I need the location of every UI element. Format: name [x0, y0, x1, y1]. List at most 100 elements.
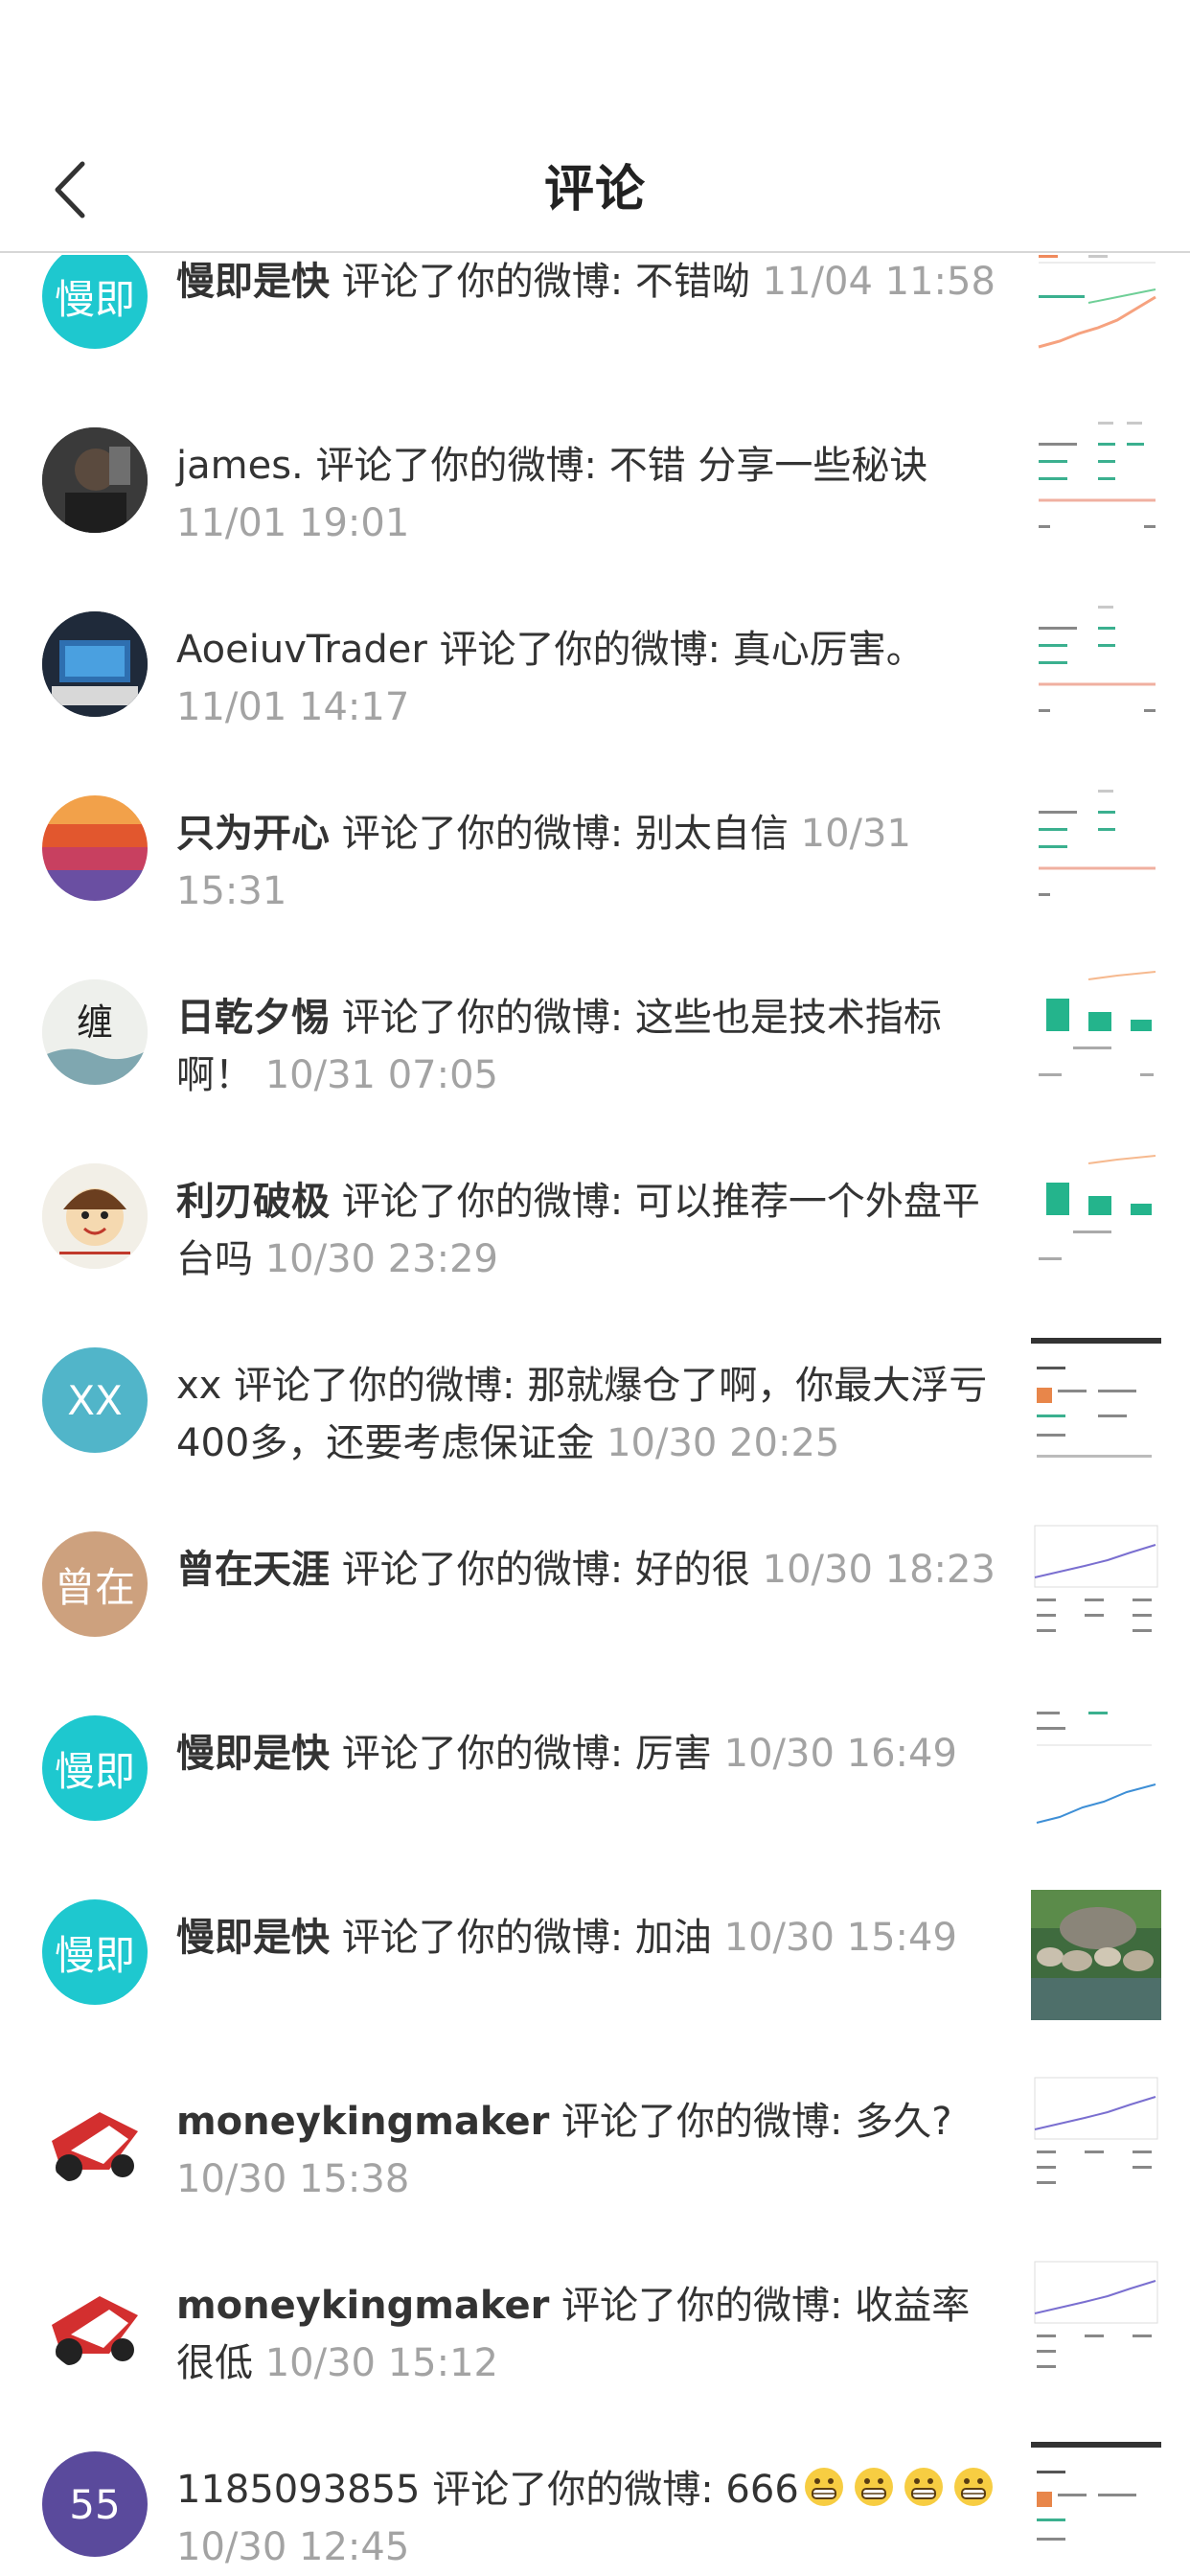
- post-thumbnail[interactable]: [1031, 786, 1161, 916]
- username[interactable]: 慢即是快: [176, 1916, 330, 1960]
- post-thumbnail[interactable]: [1031, 970, 1161, 1100]
- timestamp: 10/31 07:05: [264, 1053, 498, 1097]
- comment-text: james. 评论了你的微博: 不错 分享一些秘诀 11/01 19:01: [176, 437, 1000, 552]
- list-item[interactable]: 慢即 慢即是快 评论了你的微博: 加油 10/30 15:49: [0, 1859, 1190, 2043]
- username[interactable]: 日乾夕惕: [176, 996, 330, 1040]
- avatar-photo: 缠: [42, 979, 148, 1085]
- comment-action: 评论了你的微博:: [315, 444, 597, 488]
- post-thumbnail[interactable]: [1031, 255, 1161, 364]
- username[interactable]: 慢即是快: [176, 260, 330, 304]
- avatar-photo: [42, 2083, 148, 2189]
- timestamp: 10/30 15:12: [264, 2341, 498, 2385]
- list-item[interactable]: 曾在 曾在天涯 评论了你的微博: 好的很 10/30 18:23: [0, 1491, 1190, 1675]
- username[interactable]: AoeiuvTrader: [176, 628, 427, 672]
- list-item[interactable]: james. 评论了你的微博: 不错 分享一些秘诀 11/01 19:01: [0, 387, 1190, 571]
- timestamp: 10/30 15:49: [723, 1916, 957, 1960]
- list-item[interactable]: 缠 日乾夕惕 评论了你的微博: 这些也是技术指标啊！ 10/31 07:05: [0, 939, 1190, 1123]
- chart-thumbnail-image: [1039, 1155, 1156, 1260]
- timestamp: 11/01 14:17: [176, 685, 410, 729]
- avatar[interactable]: [42, 1163, 148, 1269]
- grimacing-emoji-icon: [904, 2468, 943, 2506]
- chart-thumbnail-image: [1034, 2261, 1158, 2368]
- username[interactable]: 1185093855: [176, 2468, 421, 2512]
- list-item[interactable]: 只为开心 评论了你的微博: 别太自信 10/31 15:31: [0, 755, 1190, 939]
- post-thumbnail[interactable]: [1031, 1154, 1161, 1284]
- timestamp: 10/30 16:49: [723, 1732, 957, 1776]
- avatar-label: 慢即: [54, 1931, 135, 1979]
- list-item[interactable]: 55 1185093855 评论了你的微博: 666 10/30 12:45: [0, 2411, 1190, 2576]
- post-thumbnail[interactable]: [1031, 1706, 1161, 1836]
- avatar[interactable]: 55: [42, 2451, 148, 2557]
- avatar-photo: [42, 611, 148, 717]
- avatar-photo: [42, 2267, 148, 2373]
- post-thumbnail[interactable]: [1031, 2074, 1161, 2204]
- avatar[interactable]: [42, 611, 148, 717]
- timestamp: 11/01 19:01: [176, 501, 410, 545]
- comment-action: 评论了你的微博:: [341, 996, 624, 1040]
- username[interactable]: 只为开心: [176, 812, 330, 856]
- timestamp: 10/30 12:45: [176, 2525, 410, 2569]
- avatar[interactable]: [42, 795, 148, 901]
- list-item[interactable]: moneykingmaker 评论了你的微博: 多久? 10/30 15:38: [0, 2043, 1190, 2227]
- list-item[interactable]: AoeiuvTrader 评论了你的微博: 真心厉害。 11/01 14:17: [0, 571, 1190, 755]
- comment-text: 慢即是快 评论了你的微博: 加油 10/30 15:49: [176, 1909, 1000, 1966]
- comment-body: 多久?: [855, 2100, 952, 2144]
- username[interactable]: moneykingmaker: [176, 2284, 549, 2328]
- comment-body: 加油: [634, 1916, 712, 1960]
- post-thumbnail[interactable]: [1031, 1338, 1161, 1468]
- avatar-photo: [42, 1163, 148, 1269]
- post-thumbnail[interactable]: [1031, 2442, 1161, 2572]
- avatar[interactable]: XX: [42, 1347, 148, 1453]
- comment-text: AoeiuvTrader 评论了你的微博: 真心厉害。 11/01 14:17: [176, 621, 1000, 736]
- username[interactable]: moneykingmaker: [176, 2100, 549, 2144]
- post-thumbnail[interactable]: [1031, 2258, 1161, 2388]
- avatar[interactable]: 慢即: [42, 1899, 148, 2005]
- list-item[interactable]: 慢即 慢即是快 评论了你的微博: 不错呦 11/04 11:58: [0, 255, 1190, 387]
- username[interactable]: 曾在天涯: [176, 1548, 330, 1592]
- chart-thumbnail-image: [1034, 2077, 1158, 2184]
- avatar-label: 慢即: [54, 275, 135, 323]
- avatar[interactable]: 缠: [42, 979, 148, 1085]
- chart-thumbnail-image: [1031, 2442, 1161, 2541]
- comment-body: 别太自信: [634, 812, 789, 856]
- post-thumbnail[interactable]: [1031, 1522, 1161, 1652]
- username[interactable]: 慢即是快: [176, 1732, 330, 1776]
- timestamp: 10/30 18:23: [762, 1548, 995, 1592]
- comment-action: 评论了你的微博:: [561, 2100, 843, 2144]
- comment-action: 评论了你的微博:: [341, 1548, 624, 1592]
- avatar[interactable]: 曾在: [42, 1531, 148, 1637]
- list-item[interactable]: 利刃破极 评论了你的微博: 可以推荐一个外盘平台吗 10/30 23:29: [0, 1123, 1190, 1307]
- list-item[interactable]: moneykingmaker 评论了你的微博: 收益率很低 10/30 15:1…: [0, 2227, 1190, 2411]
- post-thumbnail[interactable]: [1031, 418, 1161, 548]
- avatar[interactable]: [42, 2267, 148, 2373]
- avatar-label: 55: [69, 2480, 121, 2528]
- chart-thumbnail-image: [1034, 1525, 1158, 1632]
- list-item[interactable]: 慢即 慢即是快 评论了你的微博: 厉害 10/30 16:49: [0, 1675, 1190, 1859]
- post-thumbnail[interactable]: [1031, 1890, 1161, 2020]
- avatar-label: 慢即: [54, 1747, 135, 1795]
- comment-text: xx 评论了你的微博: 那就爆仓了啊，你最大浮亏400多，还要考虑保证金 10/…: [176, 1357, 1000, 1472]
- avatar[interactable]: 慢即: [42, 1715, 148, 1821]
- avatar-label: XX: [67, 1376, 123, 1424]
- username[interactable]: james.: [176, 444, 304, 488]
- avatar[interactable]: 慢即: [42, 255, 148, 349]
- comment-action: 评论了你的微博:: [341, 260, 624, 304]
- username[interactable]: xx: [176, 1364, 221, 1408]
- avatar-photo: [42, 427, 148, 533]
- timestamp: 10/30 20:25: [606, 1421, 840, 1465]
- post-thumbnail[interactable]: [1031, 602, 1161, 732]
- username[interactable]: 利刃破极: [176, 1180, 330, 1224]
- chart-thumbnail-image: [1039, 971, 1156, 1076]
- list-item[interactable]: XX xx 评论了你的微博: 那就爆仓了啊，你最大浮亏400多，还要考虑保证金 …: [0, 1307, 1190, 1491]
- comment-list[interactable]: 慢即 慢即是快 评论了你的微博: 不错呦 11/04 11:58 james. …: [0, 255, 1190, 2576]
- comment-body: 666: [725, 2468, 799, 2512]
- comment-text: 慢即是快 评论了你的微博: 厉害 10/30 16:49: [176, 1725, 1000, 1782]
- avatar[interactable]: [42, 427, 148, 533]
- comment-action: 评论了你的微博:: [234, 1364, 515, 1408]
- comment-text: moneykingmaker 评论了你的微博: 多久? 10/30 15:38: [176, 2093, 1000, 2208]
- comment-body: 不错呦: [634, 260, 750, 304]
- comment-text: 曾在天涯 评论了你的微博: 好的很 10/30 18:23: [176, 1541, 1000, 1598]
- chart-thumbnail-image: [1036, 1712, 1156, 1824]
- avatar[interactable]: [42, 2083, 148, 2189]
- grimacing-emoji-icon: [953, 2468, 993, 2506]
